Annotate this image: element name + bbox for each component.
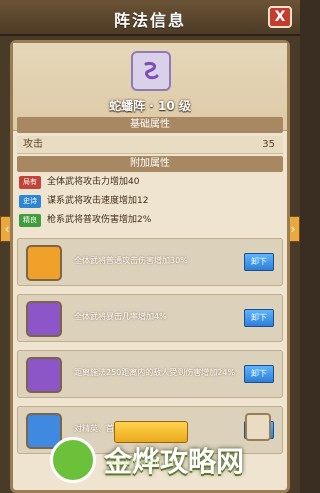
purple-gem-icon	[26, 301, 62, 337]
stat-name: 攻击	[23, 139, 43, 150]
formation-card: 距离施法250距离内的敌人受到伤害增加24% 卸下	[17, 350, 283, 398]
formation-name: 蛇蟠阵 · 10 级	[109, 99, 191, 113]
bonus-row: 局有 全体武将攻击力增加40	[17, 174, 283, 191]
bonus-row: 史诗 谋系武将攻击速度增加12	[17, 193, 283, 210]
unload-button[interactable]: 卸下	[244, 309, 274, 327]
orange-gem-icon	[26, 245, 62, 281]
card-description: 距离施法250距离内的敌人受到伤害增加24%	[74, 368, 236, 377]
formation-info-window: 阵法信息 X ‹ › 蛇蟠阵 · 10 级 基础属性 攻击 35 附加属性 局有…	[0, 0, 300, 493]
rarity-badge: 局有	[19, 176, 41, 189]
card-description: 全体武将普通攻击伤害增加30%	[74, 256, 188, 265]
purple-gem-icon	[26, 357, 62, 393]
rarity-badge: 史诗	[19, 195, 41, 208]
bonus-text: 谋系武将攻击速度增加12	[47, 196, 149, 206]
bonus-text: 全体武将攻击力增加40	[47, 177, 140, 187]
formation-card: 全体武将暴击几率增加4% 卸下	[17, 294, 283, 342]
rarity-badge: 精良	[19, 214, 41, 227]
window-header: 阵法信息 X	[0, 0, 300, 36]
close-button[interactable]: X	[268, 6, 292, 28]
window-title: 阵法信息	[113, 11, 186, 30]
watermark-logo-icon	[50, 437, 96, 483]
base-attributes-header: 基础属性	[17, 117, 283, 133]
bonus-text: 枪系武将普攻伤害增加2%	[47, 215, 152, 225]
unload-button[interactable]: 卸下	[244, 253, 274, 271]
formation-card: 全体武将普通攻击伤害增加30% 卸下	[17, 238, 283, 286]
bonus-row: 精良 枪系武将普攻伤害增加2%	[17, 212, 283, 229]
watermark-url: www.jykzcom.cn	[110, 458, 177, 467]
card-description: 全体武将暴击几率增加4%	[74, 312, 167, 321]
snake-formation-icon	[131, 51, 171, 91]
bonus-attributes-header: 附加属性	[17, 156, 283, 172]
unload-button[interactable]: 卸下	[244, 365, 274, 383]
stat-value: 35	[262, 139, 275, 150]
stat-row: 攻击 35	[17, 136, 283, 154]
